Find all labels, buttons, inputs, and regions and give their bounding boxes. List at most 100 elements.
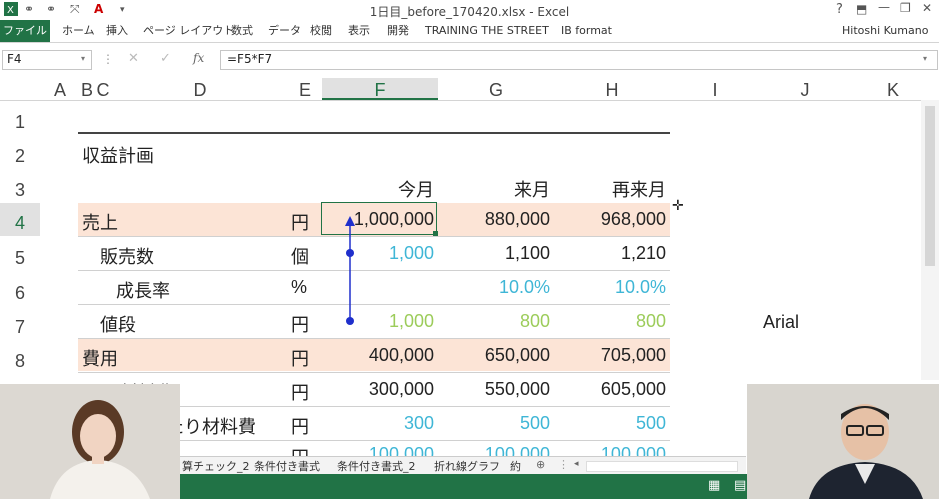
tab-insert[interactable]: 挿入 bbox=[106, 20, 128, 42]
unit-sales[interactable]: 円 bbox=[291, 209, 309, 235]
name-box-dropdown-icon[interactable]: ▾ bbox=[81, 54, 85, 63]
column-header-a[interactable]: A bbox=[40, 78, 80, 100]
tab-formulas[interactable]: 数式 bbox=[231, 20, 253, 42]
user-name[interactable]: Hitoshi Kumano bbox=[842, 20, 928, 42]
tab-developer[interactable]: 開発 bbox=[387, 20, 409, 42]
column-header-f[interactable]: F bbox=[322, 78, 438, 100]
header-next-month[interactable]: 来月 bbox=[438, 176, 550, 202]
enter-icon[interactable]: ✓ bbox=[160, 51, 171, 66]
cell-g4[interactable]: 880,000 bbox=[438, 209, 550, 230]
cell-f5[interactable]: 1,000 bbox=[322, 243, 434, 264]
unit-price[interactable]: 円 bbox=[291, 311, 309, 337]
unit-growth-rate[interactable]: % bbox=[291, 277, 307, 298]
cell-f11[interactable]: 100,000 bbox=[322, 444, 434, 456]
tab-review[interactable]: 校閲 bbox=[310, 20, 332, 42]
tab-page-layout[interactable]: ページ レイアウト bbox=[143, 20, 234, 42]
cell-h9[interactable]: 605,000 bbox=[554, 379, 666, 400]
tab-data[interactable]: データ bbox=[268, 20, 301, 42]
cancel-icon[interactable]: ✕ bbox=[128, 51, 139, 66]
row-header-8[interactable]: 8 bbox=[0, 351, 40, 372]
row-header-1[interactable]: 1 bbox=[0, 112, 40, 133]
cell-h10[interactable]: 500 bbox=[554, 413, 666, 434]
tab-file[interactable]: ファイル bbox=[0, 20, 50, 42]
cell-h5[interactable]: 1,210 bbox=[554, 243, 666, 264]
column-header-i[interactable]: I bbox=[670, 78, 760, 100]
label-costs[interactable]: 費用 bbox=[82, 345, 118, 371]
unit-material-cost[interactable]: 円 bbox=[291, 379, 309, 405]
column-header-e[interactable]: E bbox=[288, 78, 322, 100]
label-price[interactable]: 値段 bbox=[100, 311, 136, 337]
vertical-scrollbar[interactable] bbox=[921, 100, 939, 380]
row-divider bbox=[78, 236, 670, 237]
column-header-g[interactable]: G bbox=[438, 78, 554, 100]
sheet-tab[interactable]: 条件付き書式 bbox=[254, 458, 320, 474]
cell-h4[interactable]: 968,000 bbox=[554, 209, 666, 230]
column-header-b[interactable]: B bbox=[80, 78, 94, 100]
help-button[interactable]: ? bbox=[836, 2, 843, 17]
tab-training-the-street[interactable]: TRAINING THE STREET bbox=[425, 20, 549, 42]
cell-f4[interactable]: 1,000,000 bbox=[322, 209, 434, 230]
cell-g8[interactable]: 650,000 bbox=[438, 345, 550, 366]
tab-ib-format[interactable]: IB format bbox=[561, 20, 612, 42]
column-header-k[interactable]: K bbox=[850, 78, 936, 100]
scroll-thumb[interactable] bbox=[925, 106, 935, 266]
row-header-7[interactable]: 7 bbox=[0, 317, 40, 338]
sheet-tab[interactable]: 算チェック_2 bbox=[182, 458, 250, 474]
tab-view[interactable]: 表示 bbox=[348, 20, 370, 42]
label-units-sold[interactable]: 販売数 bbox=[100, 243, 154, 269]
cell-h11[interactable]: 100,000 bbox=[554, 444, 666, 456]
column-header-h[interactable]: H bbox=[554, 78, 670, 100]
cell-f7[interactable]: 1,000 bbox=[322, 311, 434, 332]
row-header-2[interactable]: 2 bbox=[0, 146, 40, 167]
unit-units-sold[interactable]: 個 bbox=[291, 243, 309, 269]
sheet-tab[interactable]: 約 bbox=[510, 458, 521, 474]
close-button[interactable]: ✕ bbox=[922, 1, 932, 15]
cell-g9[interactable]: 550,000 bbox=[438, 379, 550, 400]
ribbon-display-icon[interactable]: ⬒ bbox=[856, 2, 867, 16]
header-month-after[interactable]: 再来月 bbox=[554, 176, 666, 202]
cell-g6[interactable]: 10.0% bbox=[438, 277, 550, 298]
unit-row-11[interactable]: 円 bbox=[291, 444, 309, 456]
unit-material-cost-per-unit[interactable]: 円 bbox=[291, 413, 309, 439]
cell-h6[interactable]: 10.0% bbox=[554, 277, 666, 298]
cell-g11[interactable]: 100,000 bbox=[438, 444, 550, 456]
label-sales[interactable]: 売上 bbox=[82, 209, 118, 235]
sheet-tab[interactable]: 条件付き書式_2 bbox=[337, 458, 416, 474]
fill-handle[interactable] bbox=[433, 231, 438, 236]
minimize-button[interactable]: — bbox=[878, 0, 890, 14]
column-header-c[interactable]: C bbox=[94, 78, 112, 100]
cell-f9[interactable]: 300,000 bbox=[322, 379, 434, 400]
row-header-5[interactable]: 5 bbox=[0, 248, 40, 269]
row-header-3[interactable]: 3 bbox=[0, 180, 40, 201]
horizontal-scrollbar[interactable] bbox=[586, 461, 738, 472]
cell-h7[interactable]: 800 bbox=[554, 311, 666, 332]
more-sheets-icon[interactable]: ⋮ bbox=[558, 458, 569, 471]
cell-f8[interactable]: 400,000 bbox=[322, 345, 434, 366]
row-header-6[interactable]: 6 bbox=[0, 283, 40, 304]
tab-home[interactable]: ホーム bbox=[62, 20, 95, 42]
label-growth-rate[interactable]: 成長率 bbox=[116, 277, 170, 303]
formula-input[interactable]: =F5*F7 ▾ bbox=[220, 50, 938, 70]
sheet-title[interactable]: 収益計画 bbox=[82, 142, 154, 168]
cell-g10[interactable]: 500 bbox=[438, 413, 550, 434]
page-layout-view-icon[interactable]: ▤ bbox=[734, 478, 746, 493]
cell-g7[interactable]: 800 bbox=[438, 311, 550, 332]
cell-h8[interactable]: 705,000 bbox=[554, 345, 666, 366]
column-header-j[interactable]: J bbox=[760, 78, 850, 100]
scroll-left-icon[interactable]: ◂ bbox=[574, 459, 579, 469]
cell-g5[interactable]: 1,100 bbox=[438, 243, 550, 264]
name-box[interactable]: F4 ▾ bbox=[2, 50, 92, 70]
expand-formula-icon[interactable]: ▾ bbox=[923, 54, 927, 63]
sheet-tab[interactable]: 折れ線グラフ bbox=[434, 458, 500, 474]
row-divider bbox=[78, 270, 670, 271]
unit-costs[interactable]: 円 bbox=[291, 345, 309, 371]
add-sheet-icon[interactable]: ⊕ bbox=[536, 458, 545, 471]
insert-function-icon[interactable]: fx bbox=[193, 51, 204, 65]
header-this-month[interactable]: 今月 bbox=[322, 176, 434, 202]
normal-view-icon[interactable]: ▦ bbox=[708, 478, 720, 493]
restore-button[interactable]: ❐ bbox=[900, 1, 911, 15]
cell-j7[interactable]: Arial bbox=[763, 312, 799, 333]
row-header-4[interactable]: 4 bbox=[0, 203, 40, 236]
cell-f10[interactable]: 300 bbox=[322, 413, 434, 434]
column-header-d[interactable]: D bbox=[112, 78, 288, 100]
